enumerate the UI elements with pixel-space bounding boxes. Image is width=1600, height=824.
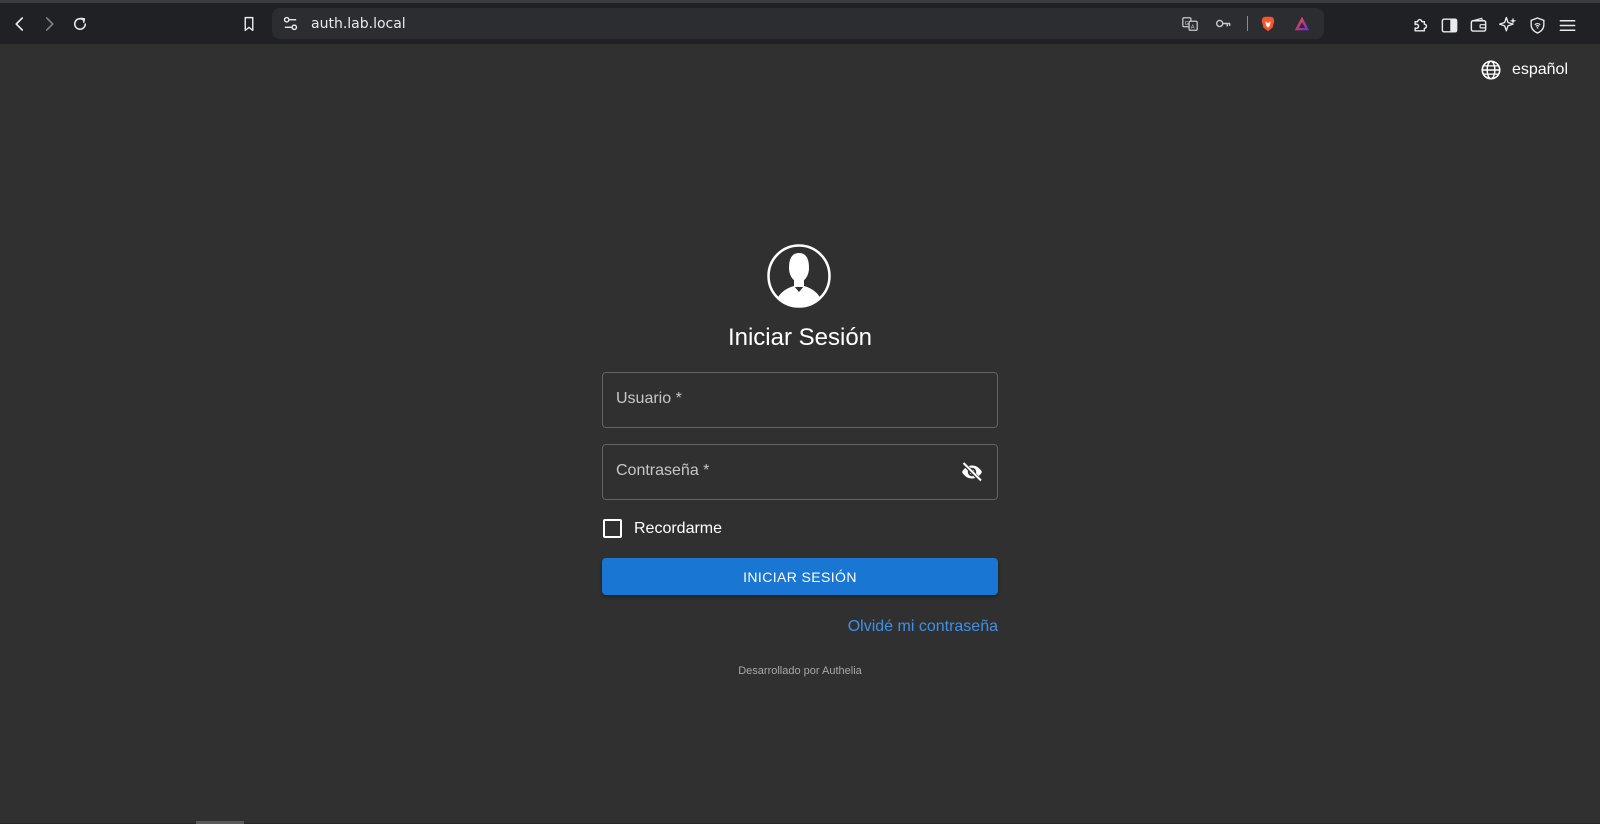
svg-text:A: A xyxy=(1190,24,1194,30)
forgot-password-link[interactable]: Olvidé mi contraseña xyxy=(848,618,998,636)
user-avatar-icon xyxy=(767,244,831,308)
vpn-icon[interactable] xyxy=(1526,14,1548,36)
brave-rewards-icon[interactable] xyxy=(1292,14,1311,33)
powered-by: Desarrollado por Authelia xyxy=(738,665,862,677)
address-bar-divider xyxy=(1247,16,1248,31)
page-title: Iniciar Sesión xyxy=(727,324,873,351)
remember-label[interactable]: Recordarme xyxy=(634,520,722,538)
reload-icon[interactable] xyxy=(68,12,92,36)
menu-icon[interactable] xyxy=(1556,14,1578,36)
address-bar[interactable]: auth.lab.local GA xyxy=(272,8,1324,39)
wallet-icon[interactable] xyxy=(1467,14,1489,36)
sidebar-icon[interactable] xyxy=(1438,14,1460,36)
username-field[interactable]: Usuario * xyxy=(602,372,998,428)
forward-icon[interactable] xyxy=(37,12,61,36)
username-input[interactable] xyxy=(603,373,997,427)
remember-me[interactable]: Recordarme xyxy=(602,519,722,538)
password-field[interactable]: Contraseña * xyxy=(602,444,998,500)
key-icon[interactable] xyxy=(1214,14,1233,33)
password-input[interactable] xyxy=(603,445,997,499)
remember-checkbox[interactable] xyxy=(603,519,622,538)
eye-off-icon[interactable] xyxy=(960,460,984,484)
globe-icon xyxy=(1481,60,1501,80)
language-label[interactable]: español xyxy=(1512,61,1568,79)
translate-icon[interactable]: GA xyxy=(1180,14,1199,33)
brave-shield-icon[interactable] xyxy=(1258,14,1277,33)
site-settings-icon[interactable] xyxy=(282,15,299,32)
leo-ai-icon[interactable] xyxy=(1497,14,1519,36)
url-text[interactable]: auth.lab.local xyxy=(311,16,406,32)
browser-toolbar: auth.lab.local GA xyxy=(0,0,1600,44)
extensions-icon[interactable] xyxy=(1410,14,1432,36)
language-selector[interactable]: español xyxy=(1480,59,1568,81)
svg-text:G: G xyxy=(1184,20,1188,26)
sign-in-button[interactable]: INICIAR SESIÓN xyxy=(602,558,998,595)
bookmark-icon[interactable] xyxy=(237,12,261,36)
back-icon[interactable] xyxy=(8,12,32,36)
